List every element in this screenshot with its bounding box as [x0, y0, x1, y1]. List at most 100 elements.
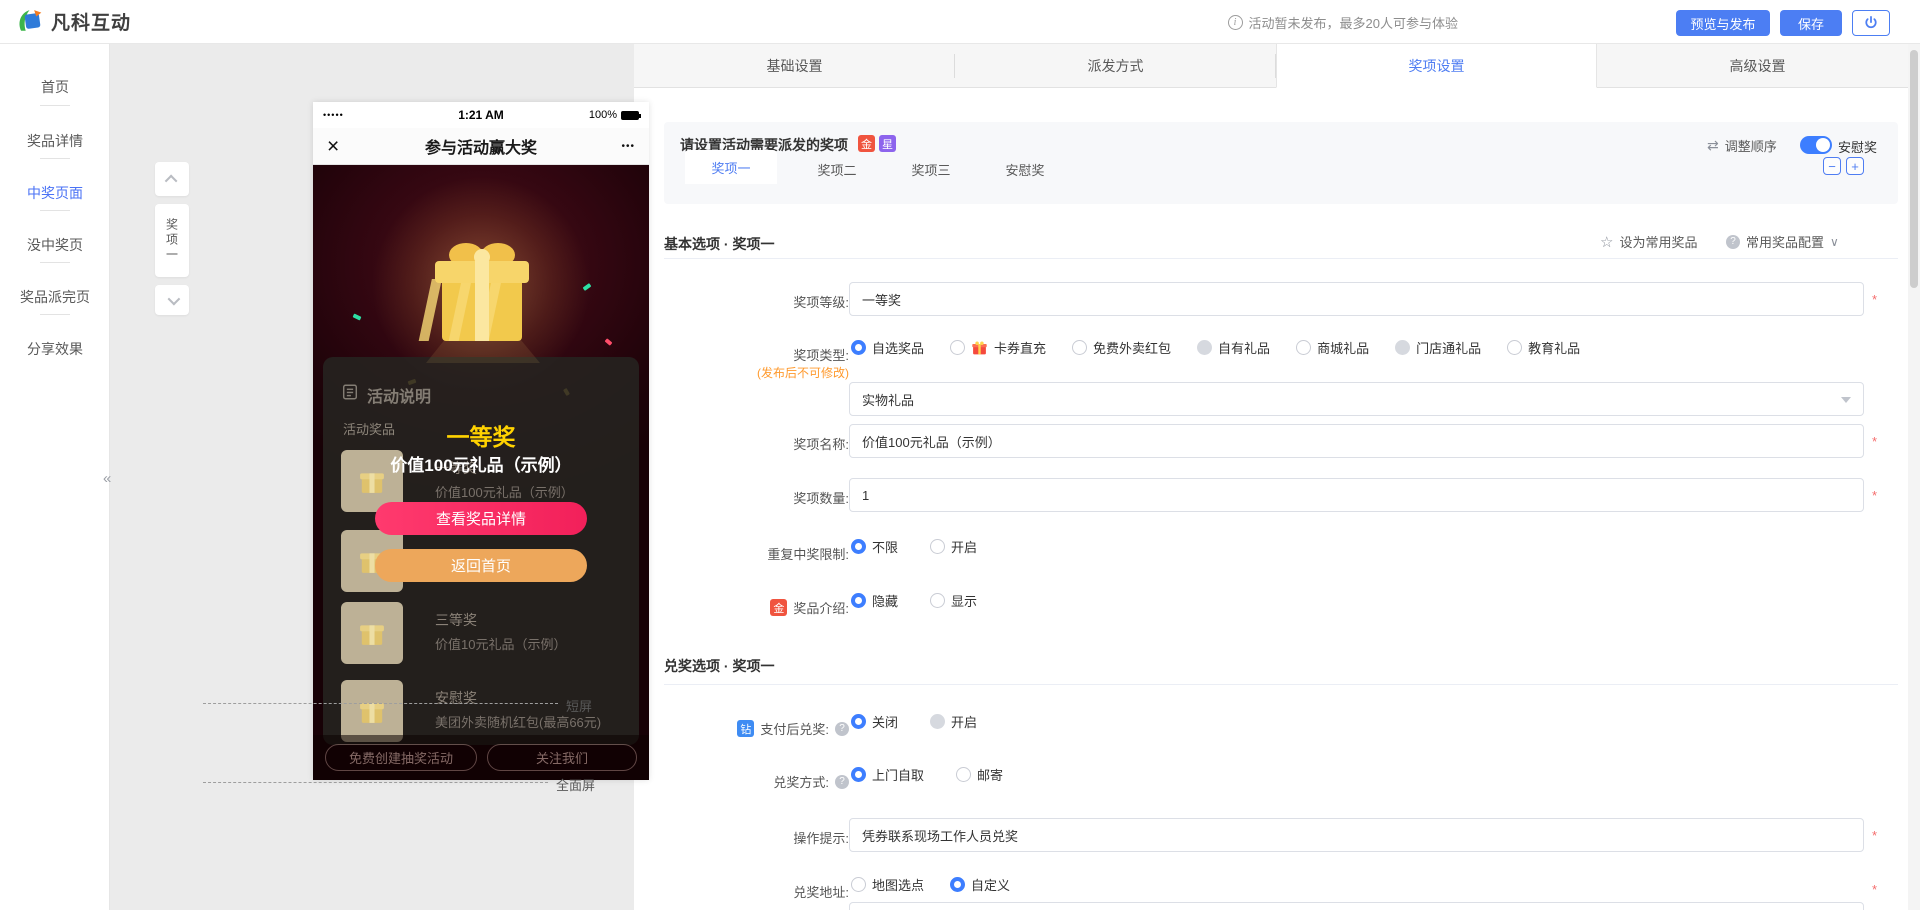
help-icon[interactable]: ? — [835, 774, 849, 789]
set-favorite-prize[interactable]: ☆ 设为常用奖品 — [1600, 232, 1697, 251]
sidebar-item-home[interactable]: 首页 — [0, 77, 110, 97]
view-prize-detail-button[interactable]: 查看奖品详情 — [375, 502, 587, 535]
prize-level-input[interactable]: 一等奖 — [849, 282, 1864, 316]
radio-enable-limit[interactable]: 开启 — [930, 537, 977, 556]
prize-tab-2[interactable]: 奖项二 — [802, 154, 872, 184]
radio-dot — [930, 714, 946, 729]
radio-self-select-prize[interactable]: 自选奖品 — [851, 338, 924, 357]
reorder-control[interactable]: ⇄ 调整顺序 — [1707, 136, 1777, 155]
radio-dot — [851, 340, 866, 355]
redeem-address-options: 地图选点 自定义 — [851, 875, 1010, 894]
redeem-address-input[interactable] — [849, 902, 1864, 910]
basic-section-heading: 基本选项 · 奖项一 — [664, 236, 775, 252]
battery-icon — [621, 110, 641, 120]
radio-dot — [930, 539, 946, 554]
help-icon: ? — [1726, 234, 1740, 249]
radio-dot — [1507, 340, 1523, 355]
prize-category-select[interactable]: 实物礼品 — [849, 382, 1864, 416]
radio-dot — [930, 593, 946, 608]
preview-publish-button[interactable]: 预览与发布 — [1676, 10, 1770, 36]
required-asterisk: * — [1872, 882, 1878, 897]
divider — [40, 262, 70, 263]
pay-redeem-options: 关闭 开启 — [851, 712, 977, 731]
document-icon — [341, 383, 359, 401]
full-screen-label: 全面屏 — [556, 778, 596, 793]
radio-custom-address[interactable]: 自定义 — [950, 875, 1010, 894]
back-home-button[interactable]: 返回首页 — [375, 549, 587, 582]
create-activity-button[interactable]: 免费创建抽奖活动 — [325, 744, 477, 771]
follow-us-button[interactable]: 关注我们 — [487, 744, 637, 771]
help-icon[interactable]: ? — [835, 721, 849, 736]
add-prize-button[interactable]: + — [1846, 157, 1864, 175]
radio-pay-redeem-on[interactable]: 开启 — [930, 712, 977, 731]
prize-down-button[interactable] — [155, 285, 189, 315]
close-icon[interactable]: × — [327, 136, 339, 157]
more-menu-icon[interactable]: ••• — [621, 141, 635, 152]
radio-hide-intro[interactable]: 隐藏 — [851, 591, 898, 610]
scrollbar-thumb[interactable] — [1910, 50, 1918, 288]
radio-dot — [851, 539, 866, 554]
radio-dot — [956, 767, 972, 782]
tab-prize-settings[interactable]: 奖项设置 — [1276, 44, 1597, 88]
radio-dot — [851, 714, 866, 729]
radio-map-point[interactable]: 地图选点 — [851, 875, 924, 894]
radio-dot — [851, 877, 866, 892]
divider — [40, 105, 70, 106]
toggle-knob — [1816, 138, 1830, 152]
radio-free-takeout-redpacket[interactable]: 免费外卖红包 — [1072, 338, 1171, 357]
phone-preview-area: 奖项一 ••••• 1:21 AM 100% × 参与活动赢大奖 ••• 活动说… — [110, 44, 649, 910]
prize-up-button[interactable] — [155, 162, 189, 196]
radio-pay-redeem-off[interactable]: 关闭 — [851, 712, 898, 731]
prize-switcher-label[interactable]: 奖项一 — [155, 204, 189, 277]
radio-pickup[interactable]: 上门自取 — [851, 765, 924, 784]
power-icon — [1864, 16, 1878, 30]
radio-show-intro[interactable]: 显示 — [930, 591, 977, 610]
consolation-toggle[interactable] — [1800, 136, 1832, 154]
power-button[interactable] — [1852, 10, 1890, 36]
prize-count-label: 奖项数量: — [793, 491, 849, 506]
tab-basic-settings[interactable]: 基础设置 — [634, 44, 955, 88]
save-button[interactable]: 保存 — [1780, 10, 1842, 36]
remove-prize-button[interactable]: − — [1823, 157, 1841, 175]
prize-tab-3[interactable]: 奖项三 — [896, 154, 966, 184]
required-asterisk: * — [1872, 488, 1878, 503]
sidebar-item-prize-out-page[interactable]: 奖品派完页 — [0, 287, 110, 307]
tab-distribute-method[interactable]: 派发方式 — [955, 44, 1276, 88]
status-time: 1:21 AM — [458, 108, 504, 122]
repeat-limit-options: 不限 开启 — [851, 537, 977, 556]
radio-mail[interactable]: 邮寄 — [956, 765, 1003, 784]
radio-own-gift[interactable]: 自有礼品 — [1197, 338, 1270, 357]
prize-thumbnail — [341, 680, 403, 742]
prize-count-input[interactable]: 1 — [849, 478, 1864, 512]
radio-store-gift[interactable]: 门店通礼品 — [1395, 338, 1481, 357]
prize-tab-1[interactable]: 奖项一 — [685, 150, 777, 184]
radio-card-recharge[interactable]: 卡券直充 — [950, 338, 1046, 357]
pay-redeem-label: 钻 支付后兑奖: ? — [629, 719, 849, 738]
prize-list-item: 三等奖 价值10元礼品（示例） — [341, 602, 621, 666]
chevron-down-icon: ∨ — [1830, 234, 1839, 249]
tab-advanced-settings[interactable]: 高级设置 — [1597, 44, 1918, 88]
prize-name-input[interactable]: 价值100元礼品（示例） — [849, 424, 1864, 458]
sidebar-collapse-icon[interactable]: « — [103, 470, 111, 487]
radio-dot — [1197, 340, 1213, 355]
phone-status-bar: ••••• 1:21 AM 100% — [313, 102, 649, 128]
info-icon: i — [1227, 14, 1243, 30]
prize-type-options: 自选奖品 卡券直充 免费外卖红包 自有礼品 商城礼品 门店通礼品 教育礼品 — [851, 338, 1580, 357]
radio-education-gift[interactable]: 教育礼品 — [1507, 338, 1580, 357]
sidebar-item-win-page[interactable]: 中奖页面 — [0, 183, 110, 203]
operation-tip-input[interactable]: 凭券联系现场工作人员兑奖 — [849, 818, 1864, 852]
radio-dot — [1296, 340, 1312, 355]
radio-mall-gift[interactable]: 商城礼品 — [1296, 338, 1369, 357]
redeem-section-heading: 兑奖选项 · 奖项一 — [664, 658, 775, 674]
prize-type-label: 奖项类型: — [793, 348, 849, 363]
confetti — [604, 338, 613, 346]
sidebar-item-prize-detail[interactable]: 奖品详情 — [0, 131, 110, 151]
publish-status-note: i 活动暂未发布，最多20人可参与体验 — [1227, 0, 1458, 44]
favorite-prize-config[interactable]: ? 常用奖品配置 ∨ — [1726, 232, 1839, 251]
sidebar-item-no-win-page[interactable]: 没中奖页 — [0, 235, 110, 255]
radio-no-limit[interactable]: 不限 — [851, 537, 898, 556]
gift-icon — [971, 340, 988, 356]
sidebar-item-share-effect[interactable]: 分享效果 — [0, 339, 110, 359]
prize-tab-consolation[interactable]: 安慰奖 — [990, 154, 1060, 184]
repeat-limit-label: 重复中奖限制: — [767, 547, 849, 562]
